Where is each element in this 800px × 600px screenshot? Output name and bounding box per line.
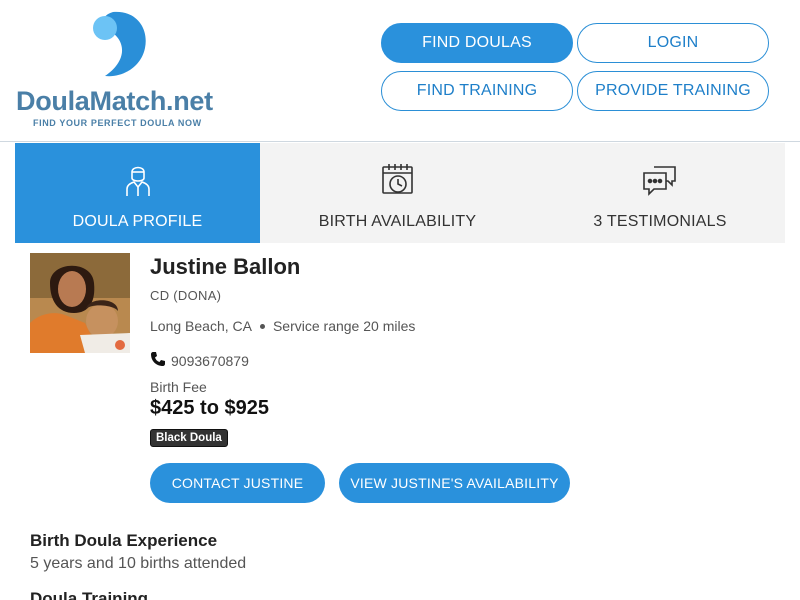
logo-word-match: Match [89,86,167,116]
provide-training-button[interactable]: PROVIDE TRAINING [577,71,769,111]
logo-word-net: .net [166,86,213,116]
doula-credentials: CD (DONA) [150,288,222,303]
phone-number[interactable]: 9093670879 [171,353,249,369]
service-range: Service range 20 miles [272,318,416,334]
status-badge: Black Doula [150,429,228,447]
site-logo[interactable]: DoulaMatch.net FIND YOUR PERFECT DOULA N… [16,10,226,135]
tab-doula-profile[interactable]: DOULA PROFILE [15,143,260,243]
tab-testimonials[interactable]: 3 TESTIMONIALS [535,143,785,243]
doula-location-row: Long Beach, CA Service range 20 miles [150,318,415,334]
profile-photo [30,253,130,353]
contact-button[interactable]: CONTACT JUSTINE [150,463,325,503]
tab-label-testimonials: 3 TESTIMONIALS [593,213,727,230]
tab-label-birth-availability: BIRTH AVAILABILITY [318,213,477,230]
tab-label-doula-profile: DOULA PROFILE [72,213,203,230]
phone-icon [150,351,166,370]
view-availability-button[interactable]: VIEW JUSTINE'S AVAILABILITY [339,463,570,503]
fee-label: Birth Fee [150,379,207,395]
birth-fee: $425 to $925 [150,397,269,419]
site-header: DoulaMatch.net FIND YOUR PERFECT DOULA N… [0,0,800,142]
separator-dot [259,323,265,329]
calendar-clock-icon [380,161,416,199]
experience-text: 5 years and 10 births attended [30,555,247,572]
find-training-button[interactable]: FIND TRAINING [381,71,573,111]
logo-word-doula: Doula [16,86,90,116]
logo-tagline: FIND YOUR PERFECT DOULA NOW [33,118,202,128]
profile-tabs: DOULA PROFILE BIRTH AVAILABILITY 3 TESTI… [15,143,785,243]
find-doulas-button[interactable]: FIND DOULAS [381,23,573,63]
tab-birth-availability[interactable]: BIRTH AVAILABILITY [260,143,535,243]
login-button[interactable]: LOGIN [577,23,769,63]
doula-name: Justine Ballon [150,254,301,279]
logo-wordmark: DoulaMatch.net [16,86,213,117]
chat-bubbles-icon [642,161,678,199]
training-heading: Doula Training [30,589,149,600]
phone-row: 9093670879 [150,351,249,370]
logo-mark-icon [93,11,146,77]
person-icon [120,161,156,199]
doula-location: Long Beach, CA [150,318,252,334]
experience-heading: Birth Doula Experience [30,531,218,550]
